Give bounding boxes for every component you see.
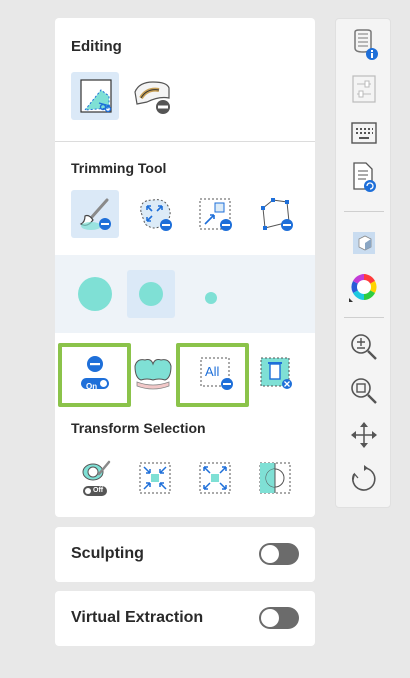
zoom-fit-icon xyxy=(351,334,377,360)
brush-small-icon xyxy=(205,292,217,304)
delete-selection-icon xyxy=(260,357,292,389)
color-wheel-icon xyxy=(349,274,377,302)
expand-selection-button[interactable] xyxy=(191,454,239,502)
pan-icon xyxy=(351,422,377,448)
virtual-extraction-label: Virtual Extraction xyxy=(71,609,204,626)
tooth-remove-icon xyxy=(134,81,170,114)
document-icon xyxy=(353,162,376,192)
view-cube-icon xyxy=(353,232,375,254)
toggle-knob xyxy=(261,545,279,563)
zoom-button[interactable] xyxy=(344,373,384,409)
polygon-select-button[interactable] xyxy=(251,190,299,238)
brush-toggle-button[interactable]: Off xyxy=(71,454,119,502)
toggle-knob xyxy=(261,609,279,627)
sculpting-toggle[interactable] xyxy=(259,543,299,565)
trimming-title: Trimming Tool xyxy=(71,160,167,176)
adjust-icon xyxy=(352,75,376,103)
trim-crop-icon xyxy=(80,79,112,113)
freeform-select-icon xyxy=(140,199,172,231)
toolbar-divider xyxy=(344,317,384,318)
editing-panel: Editing Trimming Tool On All Transform S… xyxy=(55,18,315,517)
pan-button[interactable] xyxy=(344,417,384,453)
expand-selection-icon xyxy=(199,462,231,494)
brush-medium-icon xyxy=(139,282,163,306)
highlight-select-all xyxy=(176,343,249,407)
invert-selection-icon xyxy=(259,462,291,494)
connected-teeth-icon xyxy=(134,359,172,390)
brush-large-button[interactable] xyxy=(71,270,119,318)
keyboard-button[interactable] xyxy=(344,115,384,151)
brush-medium-button[interactable] xyxy=(127,270,175,318)
brush-small-button[interactable] xyxy=(183,270,231,318)
tooth-info-button[interactable] xyxy=(344,27,384,63)
toolbar-divider xyxy=(344,211,384,212)
transform-title: Transform Selection xyxy=(71,420,206,436)
connected-teeth-button[interactable] xyxy=(129,348,177,396)
highlight-select-toggle xyxy=(58,343,131,407)
invert-selection-button[interactable] xyxy=(251,454,299,502)
tooth-info-icon xyxy=(354,29,378,60)
trim-crop-button[interactable] xyxy=(71,72,119,120)
keyboard-icon xyxy=(351,122,377,144)
sculpting-label: Sculpting xyxy=(71,545,144,562)
zoom-icon xyxy=(351,378,377,404)
section-divider xyxy=(55,141,315,142)
document-button[interactable] xyxy=(344,159,384,195)
virtual-extraction-toggle[interactable] xyxy=(259,607,299,629)
box-select-button[interactable] xyxy=(191,190,239,238)
tooth-remove-button[interactable] xyxy=(127,72,175,120)
off-label: Off xyxy=(93,487,104,494)
editing-title: Editing xyxy=(71,38,122,55)
view-cube-button[interactable] xyxy=(344,225,384,261)
freeform-select-button[interactable] xyxy=(131,190,179,238)
sculpting-panel: Sculpting xyxy=(55,527,315,582)
brush-trim-icon xyxy=(79,198,111,230)
zoom-fit-button[interactable] xyxy=(344,329,384,365)
adjust-button[interactable] xyxy=(344,71,384,107)
shrink-selection-icon xyxy=(139,462,171,494)
brush-trim-button[interactable] xyxy=(71,190,119,238)
delete-selection-button[interactable] xyxy=(251,348,299,396)
rotate-button[interactable] xyxy=(344,461,384,497)
rotate-icon xyxy=(352,465,376,491)
shrink-selection-button[interactable] xyxy=(131,454,179,502)
color-wheel-button[interactable] xyxy=(344,269,384,305)
right-toolbar xyxy=(335,18,391,508)
brush-large-icon xyxy=(78,277,112,311)
virtual-extraction-panel: Virtual Extraction xyxy=(55,591,315,646)
polygon-select-icon xyxy=(261,198,293,231)
box-select-icon xyxy=(199,198,232,231)
